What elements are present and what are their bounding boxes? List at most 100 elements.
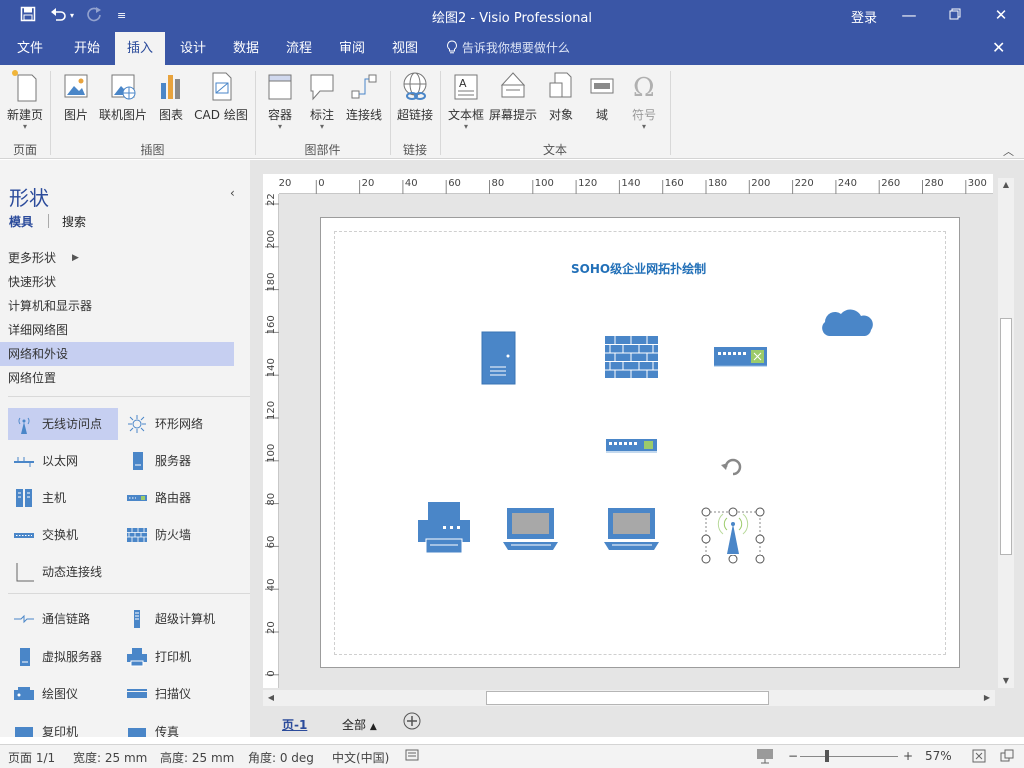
laptop-shape[interactable] [604, 507, 660, 553]
diagram-title[interactable]: SOHO级企业网拓扑绘制 [571, 260, 706, 277]
switch-icon [14, 533, 34, 538]
shape-fax[interactable]: 传真 [121, 716, 243, 737]
connector-button[interactable]: 连接线 [344, 69, 384, 133]
zoom-in-icon[interactable]: + [903, 749, 913, 763]
plotter-icon [14, 687, 34, 700]
shape-ethernet[interactable]: 以太网 [8, 445, 118, 477]
shape-supercomputer[interactable]: 超级计算机 [121, 603, 243, 635]
shape-scanner[interactable]: 扫描仪 [121, 678, 243, 710]
shape-server[interactable]: 服务器 [121, 445, 243, 477]
firewall-shape[interactable] [605, 336, 659, 379]
new-page-button[interactable]: 新建页 ▾ [4, 69, 46, 133]
tell-me-search[interactable]: 告诉我你想要做什么 [446, 32, 570, 65]
callout-button[interactable]: 标注 ▾ [304, 69, 340, 133]
stencil-quick-shapes[interactable]: 快速形状 [0, 270, 234, 294]
status-angle[interactable]: 角度: 0 deg [248, 749, 314, 766]
online-picture-button[interactable]: 联机图片 [96, 69, 150, 133]
server-shape[interactable] [481, 331, 517, 385]
picture-button[interactable]: 图片 [58, 69, 94, 133]
shape-plotter[interactable]: 绘图仪 [8, 678, 118, 710]
scroll-down-icon[interactable]: ▼ [998, 674, 1014, 688]
status-height[interactable]: 高度: 25 mm [160, 749, 234, 766]
shape-wireless-access-point[interactable]: 无线访问点 [8, 408, 118, 440]
presentation-mode-icon[interactable] [756, 748, 774, 767]
ruler-tick-label: 220 [266, 194, 277, 206]
restore-icon[interactable] [943, 4, 967, 26]
switch-shape[interactable] [605, 437, 659, 455]
tab-process[interactable]: 流程 [274, 32, 324, 65]
scroll-up-icon[interactable]: ▲ [998, 178, 1014, 192]
printer-shape[interactable] [417, 501, 471, 555]
stencil-network-peripherals[interactable]: 网络和外设 [0, 342, 234, 366]
laptop-shape[interactable] [503, 507, 559, 553]
page-tab-1[interactable]: 页-1 [282, 716, 307, 733]
add-page-icon[interactable] [403, 712, 421, 733]
cad-drawing-button[interactable]: CAD 绘图 [192, 69, 250, 133]
cloud-shape[interactable] [819, 306, 877, 340]
shape-switch[interactable]: 交换机 [8, 519, 118, 551]
status-width[interactable]: 宽度: 25 mm [73, 749, 147, 766]
shape-communication-link[interactable]: 通信链路 [8, 603, 118, 635]
zoom-slider[interactable] [800, 756, 898, 757]
vertical-scrollbar[interactable]: ▲ ▼ [998, 178, 1014, 688]
tab-search[interactable]: 搜索 [62, 213, 86, 230]
tab-file[interactable]: 文件 [8, 32, 52, 65]
drawing-canvas[interactable]: -20 0 20 40 60 80 100 120 140 160 180 200 220 240 260 2… [250, 160, 1024, 737]
shape-copier[interactable]: 复印机 [8, 716, 118, 737]
screentip-button[interactable]: 屏幕提示 [488, 69, 538, 133]
fit-page-icon[interactable] [972, 749, 986, 766]
shape-ring-network[interactable]: 环形网络 [121, 408, 243, 440]
page-tabs: 页-1 全部 ▲ [250, 708, 1024, 737]
tab-stencils[interactable]: 模具 [9, 213, 33, 230]
tab-review[interactable]: 审阅 [327, 32, 377, 65]
container-button[interactable]: 容器 ▾ [262, 69, 298, 133]
tab-data[interactable]: 数据 [221, 32, 271, 65]
shape-firewall[interactable]: 防火墙 [121, 519, 243, 551]
stencil-detailed-network[interactable]: 详细网络图 [0, 318, 234, 342]
field-button[interactable]: 域 [584, 69, 620, 133]
collapse-ribbon-icon[interactable]: ︿ [1003, 143, 1014, 159]
router-icon [127, 495, 147, 501]
shape-dynamic-connector[interactable]: 动态连接线 [8, 556, 128, 588]
zoom-out-icon[interactable]: − [788, 749, 798, 763]
stencil-more-shapes[interactable]: 更多形状 ▶ [0, 246, 234, 270]
macro-record-icon[interactable] [405, 749, 419, 764]
stencil-network-locations[interactable]: 网络位置 [0, 366, 234, 390]
scroll-right-icon[interactable]: ▶ [979, 691, 995, 705]
wireless-access-point-shape[interactable] [697, 455, 769, 561]
selection-handles-bottom[interactable] [697, 555, 769, 567]
horizontal-scrollbar[interactable]: ◀ ▶ [263, 690, 995, 706]
stencil-computers-monitors[interactable]: 计算机和显示器 [0, 294, 234, 318]
status-page[interactable]: 页面 1/1 [8, 749, 55, 766]
textbox-button[interactable]: A 文本框 ▾ [446, 69, 486, 133]
collapse-pane-icon[interactable]: ‹ [230, 186, 235, 200]
close-ribbon-icon[interactable]: ✕ [992, 38, 1005, 57]
switch-windows-icon[interactable] [1000, 749, 1014, 766]
vertical-scroll-thumb[interactable] [1000, 318, 1012, 555]
login-link[interactable]: 登录 [851, 7, 877, 26]
zoom-slider-thumb[interactable] [825, 750, 829, 762]
shape-virtual-server[interactable]: 虚拟服务器 [8, 641, 118, 673]
all-pages-button[interactable]: 全部 ▲ [342, 716, 377, 733]
zoom-level[interactable]: 57% [925, 749, 952, 763]
close-icon[interactable]: ✕ [989, 4, 1013, 26]
status-language[interactable]: 中文(中国) [332, 749, 389, 766]
tab-view[interactable]: 视图 [380, 32, 430, 65]
chart-button[interactable]: 图表 [154, 69, 188, 133]
tab-design[interactable]: 设计 [168, 32, 218, 65]
textbox-icon: A [454, 74, 478, 100]
rotate-handle-icon[interactable] [721, 458, 742, 476]
minimize-icon[interactable]: — [897, 4, 921, 26]
tab-insert[interactable]: 插入 [115, 32, 165, 65]
router-shape[interactable] [713, 345, 769, 369]
shape-printer[interactable]: 打印机 [121, 641, 243, 673]
ruler-tick-label: 20 [362, 178, 375, 189]
object-button[interactable]: 对象 [544, 69, 578, 133]
scroll-left-icon[interactable]: ◀ [263, 691, 279, 705]
hyperlink-button[interactable]: 超链接 [396, 69, 434, 133]
tab-home[interactable]: 开始 [62, 32, 112, 65]
horizontal-scroll-thumb[interactable] [486, 691, 769, 705]
shape-mainframe[interactable]: 主机 [8, 482, 118, 514]
drawing-page[interactable]: SOHO级企业网拓扑绘制 [320, 217, 960, 668]
shape-router[interactable]: 路由器 [121, 482, 243, 514]
